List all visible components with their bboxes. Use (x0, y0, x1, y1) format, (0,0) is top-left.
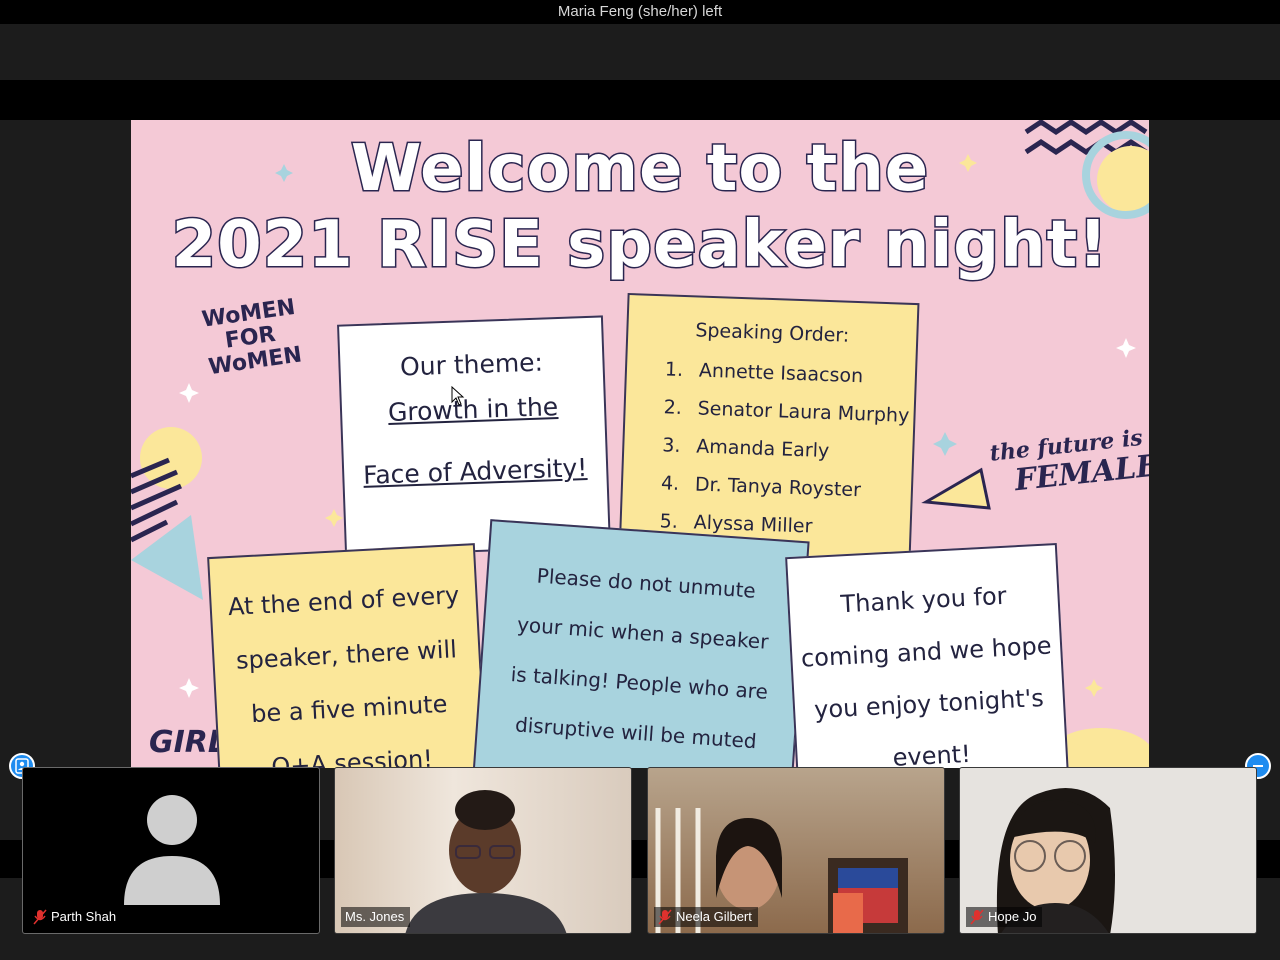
participant-name: Ms. Jones (345, 909, 405, 924)
top-letterbox (0, 80, 1280, 120)
slide-title-line1: Welcome to the (349, 131, 930, 208)
qa-info-card: At the end of every speaker, there will … (207, 543, 487, 768)
speaker-name: Annette Isaacson (698, 359, 864, 388)
participant-tile[interactable]: Hope Jo (959, 767, 1257, 934)
mic-muted-icon (33, 909, 47, 925)
participant-tile[interactable]: Ms. Jones (334, 767, 632, 934)
participant-nameplate: Neela Gilbert (654, 907, 758, 927)
speaker-number: 5. (659, 510, 679, 533)
speaker-number: 4. (660, 472, 680, 495)
speaker-row: 1. Annette Isaacson (665, 358, 916, 389)
slide-title-line2: 2021 RISE speaker night! (170, 207, 1109, 284)
speaker-row: 3. Amanda Early (662, 434, 913, 465)
speaking-order-card: Speaking Order: 1. Annette Isaacson 2. Sen… (618, 292, 920, 566)
theme-line2: Face of Adversity! (362, 453, 588, 490)
speaker-name: Dr. Tanya Royster (694, 473, 862, 502)
speaking-order-heading: Speaking Order: (695, 319, 850, 347)
speaker-number: 2. (663, 396, 683, 419)
mouse-cursor-icon (451, 386, 465, 406)
participant-nameplate: Ms. Jones (341, 907, 411, 927)
participant-tile[interactable]: Parth Shah (22, 767, 320, 934)
speaker-name: Senator Laura Murphy (697, 397, 910, 427)
speaker-name: Amanda Early (695, 435, 830, 463)
participant-tile[interactable]: Neela Gilbert (647, 767, 945, 934)
participant-name: Neela Gilbert (676, 909, 752, 924)
speaker-number: 1. (664, 358, 684, 381)
participant-nameplate: Parth Shah (29, 907, 123, 927)
speaker-row: 4. Dr. Tanya Royster (661, 472, 912, 503)
top-spacer (0, 24, 1280, 80)
theme-card: Our theme: Growth in the Face of Adversi… (337, 315, 611, 557)
mic-muted-icon (970, 909, 984, 925)
mic-muted-icon (658, 909, 672, 925)
thank-you-card: Thank you for coming and we hope you enj… (785, 543, 1069, 768)
participant-name: Hope Jo (988, 909, 1037, 924)
speaker-number: 3. (661, 434, 681, 457)
speaker-row: 2. Senator Laura Murphy (663, 396, 914, 427)
women-for-women-logo: WoMEN FOR WoMEN (200, 295, 303, 380)
participant-name: Parth Shah (51, 909, 117, 924)
mute-rules-card: Please do not unmute your mic when a spe… (472, 519, 810, 768)
theme-line1: Growth in the (387, 392, 559, 427)
left-meeting-notice: Maria Feng (she/her) left (557, 3, 723, 20)
participant-nameplate: Hope Jo (966, 907, 1043, 927)
meeting-status-bar: Maria Feng (she/her) left (0, 0, 1280, 24)
shared-screen-slide: Welcome to the 2021 RISE speaker night! … (131, 120, 1149, 768)
